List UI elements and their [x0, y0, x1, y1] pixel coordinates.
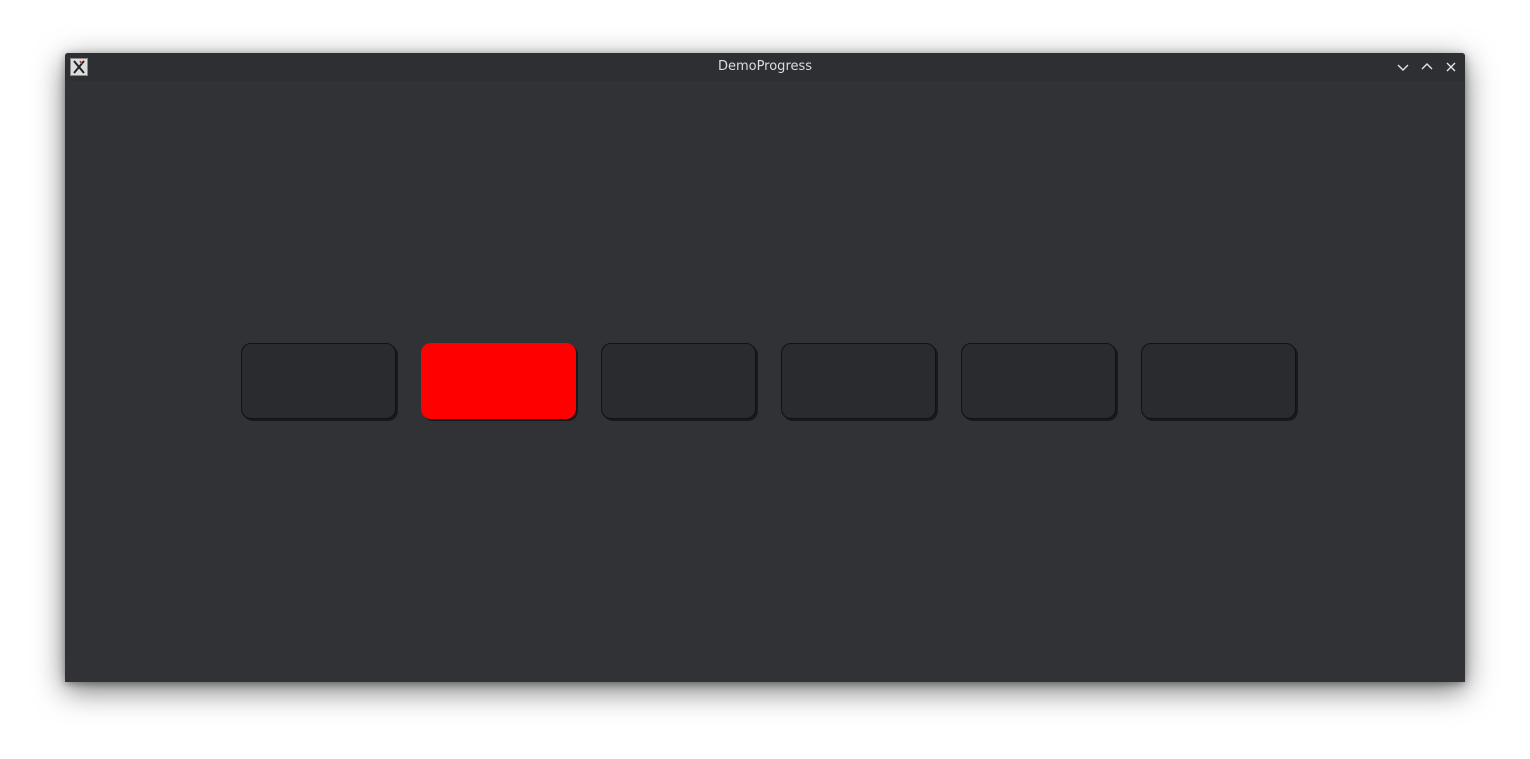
close-button[interactable]	[1443, 59, 1459, 75]
progress-segment-2	[421, 343, 576, 419]
minimize-button[interactable]	[1395, 59, 1411, 75]
progress-indicator	[65, 81, 1465, 682]
window-title: DemoProgress	[717, 59, 813, 74]
progress-segment-4	[781, 343, 936, 419]
progress-segment-1	[241, 343, 396, 419]
progress-segment-6	[1141, 343, 1296, 419]
close-icon	[1446, 62, 1456, 72]
title-bar[interactable]: DemoProgress	[65, 53, 1465, 81]
progress-segment-3	[601, 343, 756, 419]
maximize-button[interactable]	[1419, 59, 1435, 75]
chevron-up-icon	[1421, 63, 1433, 70]
chevron-down-icon	[1397, 64, 1409, 71]
app-window: DemoProgress	[65, 53, 1465, 682]
progress-segment-5	[961, 343, 1116, 419]
